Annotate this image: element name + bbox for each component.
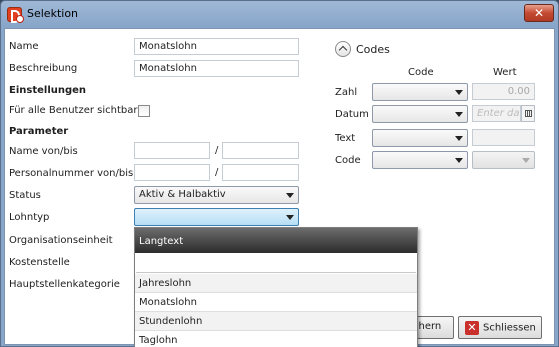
code-wert-select[interactable] xyxy=(472,151,535,169)
schliessen-button[interactable]: ✕ Schliessen xyxy=(458,316,542,339)
chevron-down-icon xyxy=(286,193,294,198)
code-code-select[interactable] xyxy=(372,151,468,169)
schliessen-button-label: Schliessen xyxy=(483,322,536,334)
chevron-down-icon xyxy=(286,215,294,220)
name-von-input[interactable] xyxy=(134,142,210,159)
text-label: Text xyxy=(335,133,356,144)
dropdown-column-header[interactable]: Langtext xyxy=(135,228,417,253)
list-item[interactable]: Monatslohn xyxy=(135,293,417,312)
alle-benutzer-label: Für alle Benutzer sichtbar xyxy=(9,105,138,116)
einstellungen-heading: Einstellungen xyxy=(9,85,87,96)
personalnummer-von-input[interactable] xyxy=(134,164,210,181)
list-item[interactable]: Taglohn xyxy=(135,331,417,347)
personalnummer-label: Personalnummer von/bis xyxy=(9,168,134,179)
status-select[interactable]: Aktiv & Halbaktiv xyxy=(134,186,299,204)
zahl-code-select[interactable] xyxy=(372,83,468,101)
hauptstellenkategorie-label: Hauptstellenkategorie xyxy=(9,279,120,290)
chevron-down-icon xyxy=(455,136,463,141)
name-range-separator: / xyxy=(215,145,219,156)
personalnummer-bis-input[interactable] xyxy=(222,164,299,181)
chevron-down-icon xyxy=(455,112,463,117)
status-label: Status xyxy=(9,190,41,201)
zahl-label: Zahl xyxy=(335,87,358,98)
code-label: Code xyxy=(335,155,361,166)
list-item[interactable]: Stundenlohn xyxy=(135,312,417,331)
close-window-button[interactable]: ✕ xyxy=(524,4,554,22)
window-title: Selektion xyxy=(27,7,79,20)
name-input[interactable]: Monatslohn xyxy=(134,38,299,55)
text-code-select[interactable] xyxy=(372,129,468,147)
status-value: Aktiv & Halbaktiv xyxy=(139,189,226,200)
codes-heading: Codes xyxy=(356,43,390,56)
beschreibung-label: Beschreibung xyxy=(9,63,78,74)
expand-up-icon[interactable] xyxy=(335,41,351,57)
wert-column-header: Wert xyxy=(493,67,517,78)
datum-label: Datum xyxy=(335,109,369,120)
app-icon xyxy=(7,7,24,23)
personalnummer-range-separator: / xyxy=(215,167,219,178)
chevron-down-icon xyxy=(455,90,463,95)
list-item[interactable]: Jahreslohn xyxy=(135,274,417,293)
name-von-bis-label: Name von/bis xyxy=(9,146,78,157)
text-wert-input[interactable] xyxy=(472,129,535,146)
beschreibung-input[interactable]: Monatslohn xyxy=(134,60,299,77)
code-column-header: Code xyxy=(408,67,434,78)
chevron-down-icon xyxy=(455,158,463,163)
lohntyp-dropdown: Langtext Jahreslohn Monatslohn Stundenlo… xyxy=(134,227,418,347)
datum-code-select[interactable] xyxy=(372,105,468,123)
calendar-button[interactable] xyxy=(521,105,535,122)
lohntyp-select[interactable] xyxy=(134,208,299,226)
parameter-heading: Parameter xyxy=(9,126,69,137)
close-icon: ✕ xyxy=(533,6,545,20)
dropdown-filter-row[interactable] xyxy=(136,253,416,273)
title-bar[interactable]: Selektion ✕ xyxy=(1,1,558,28)
chevron-down-icon xyxy=(522,158,530,163)
lohntyp-label: Lohntyp xyxy=(9,212,50,223)
zahl-wert-input[interactable]: 0.00 xyxy=(472,83,535,100)
calendar-icon xyxy=(525,110,532,117)
organisationseinheit-label: Organisationseinheit xyxy=(9,235,113,246)
name-label: Name xyxy=(9,41,39,52)
cancel-icon: ✕ xyxy=(465,321,479,335)
alle-benutzer-checkbox[interactable] xyxy=(138,105,150,117)
datum-wert-input[interactable]: Enter date xyxy=(472,105,521,122)
kostenstelle-label: Kostenstelle xyxy=(9,257,70,268)
selektion-window: Selektion ✕ Name Monatslohn Beschreibung… xyxy=(0,0,559,347)
name-bis-input[interactable] xyxy=(222,142,299,159)
